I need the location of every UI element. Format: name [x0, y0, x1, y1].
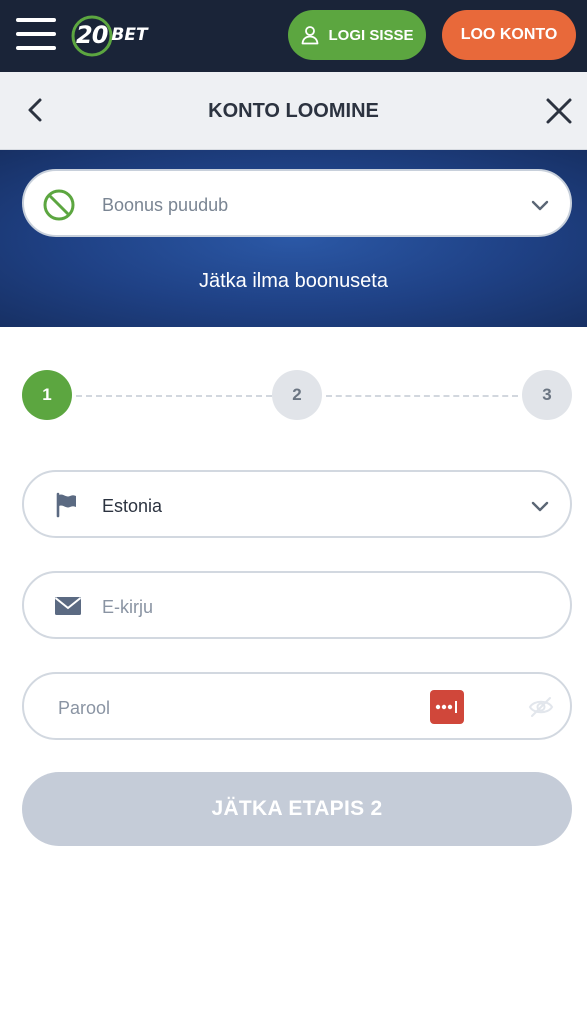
chevron-down-icon [531, 501, 549, 512]
chevron-down-icon [531, 200, 549, 211]
continue-button[interactable]: JÄTKA ETAPIS 2 [22, 772, 572, 846]
logo[interactable]: 20 BET [70, 14, 148, 57]
step-2: 2 [272, 370, 322, 420]
envelope-icon [54, 597, 82, 615]
close-icon[interactable] [544, 96, 574, 126]
password-field[interactable]: Parool [22, 672, 572, 740]
bonus-select-value: Boonus puudub [102, 195, 229, 215]
login-button-label: LOGI SISSE [328, 26, 414, 44]
bonus-section: Boonus puudub Jätka ilma boonuseta [0, 150, 587, 327]
flag-icon [56, 492, 76, 518]
password-dots-glyph [435, 701, 457, 713]
register-button[interactable]: LOO KONTO [442, 10, 576, 60]
page-header: KONTO LOOMINE [0, 72, 587, 150]
login-button[interactable]: LOGI SISSE [288, 10, 426, 60]
country-select[interactable]: Estonia [22, 470, 572, 538]
email-placeholder: E-kirju [102, 597, 154, 617]
top-navigation-bar: 20 BET LOGI SISSE LOO KONTO [0, 0, 587, 72]
user-icon [302, 26, 319, 45]
eye-hidden-icon[interactable] [528, 696, 554, 718]
password-placeholder: Parool [58, 698, 111, 718]
hamburger-menu-icon[interactable] [16, 16, 56, 52]
email-field[interactable]: E-kirju [22, 571, 572, 639]
step-1: 1 [22, 370, 72, 420]
register-button-label: LOO KONTO [460, 26, 558, 43]
stepper-connector [76, 395, 272, 397]
prohibited-icon [43, 189, 75, 221]
registration-stepper: 1 2 3 [22, 370, 572, 420]
password-dots-icon[interactable] [430, 690, 464, 724]
page-title: KONTO LOOMINE [208, 100, 379, 122]
stepper-connector [326, 395, 518, 397]
bonus-note: Jätka ilma boonuseta [198, 270, 388, 292]
logo-number: 20 [76, 21, 108, 49]
step-3: 3 [522, 370, 572, 420]
logo-text: BET [111, 25, 148, 45]
country-select-value: Estonia [102, 496, 163, 516]
bonus-select[interactable]: Boonus puudub [22, 169, 572, 237]
